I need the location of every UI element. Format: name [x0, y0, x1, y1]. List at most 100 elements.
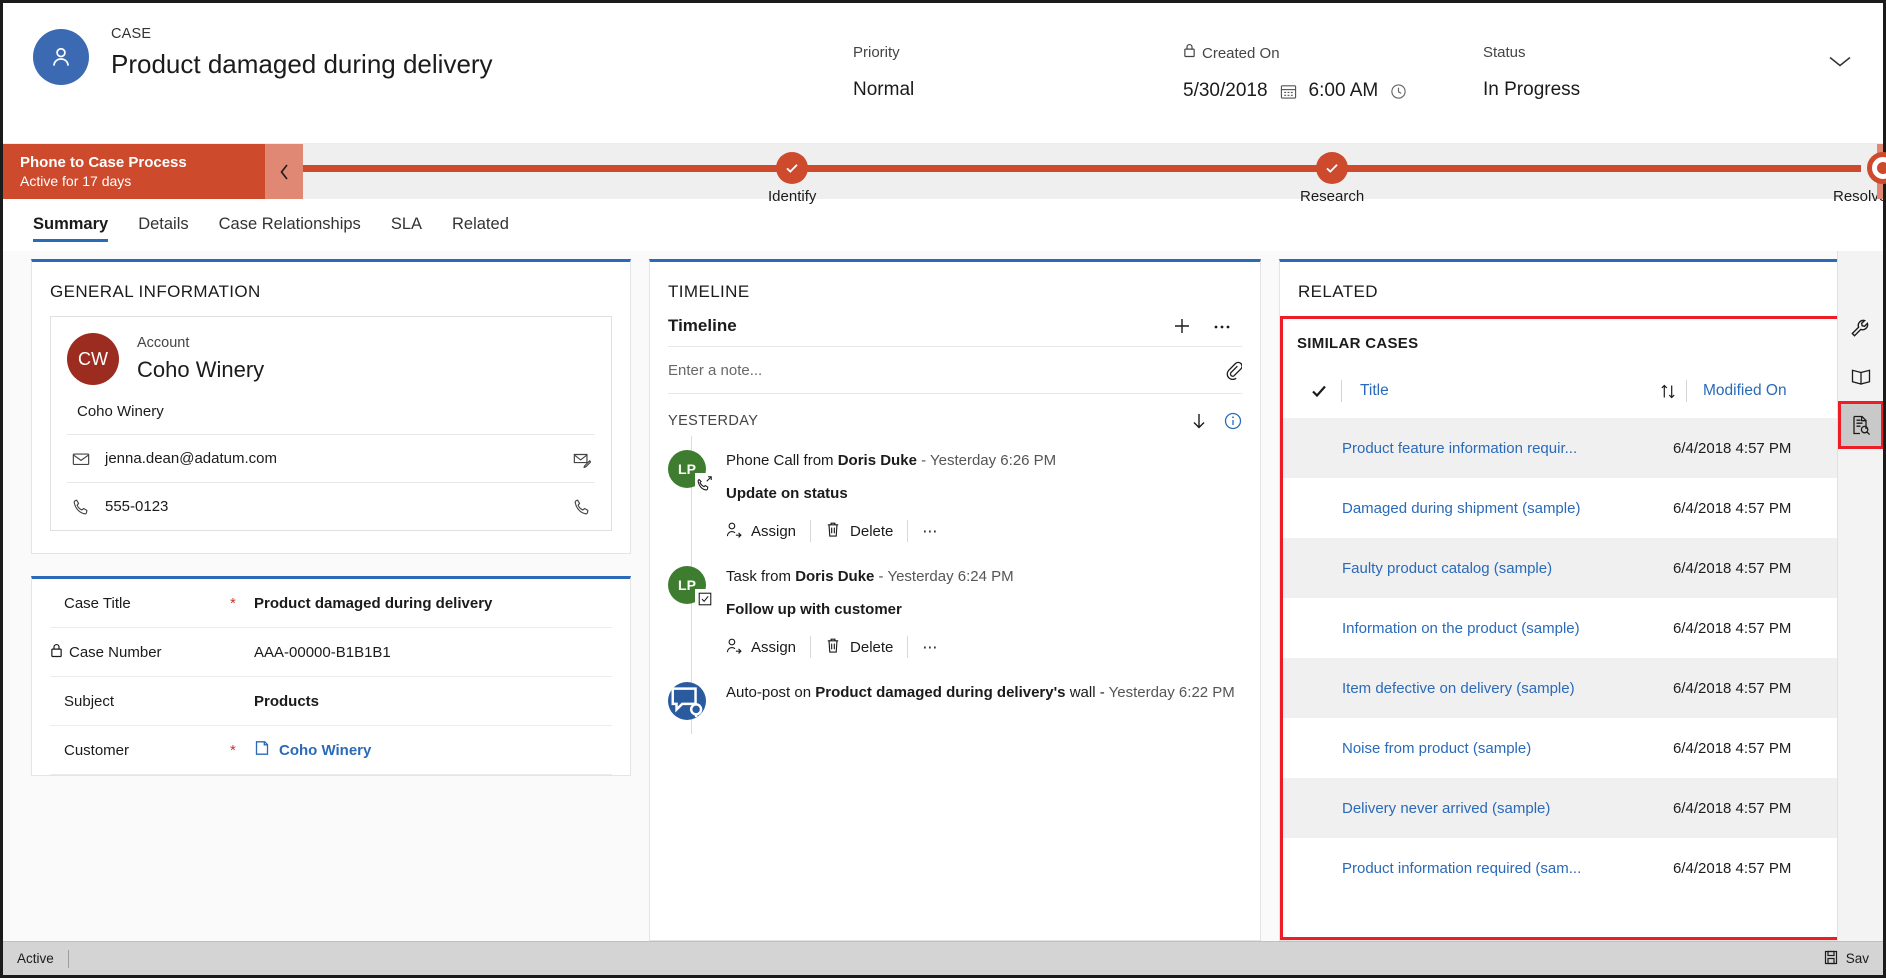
- field-row-case-title[interactable]: Case Title * Product damaged during deli…: [50, 579, 612, 628]
- ellipsis-icon[interactable]: ⋯: [922, 638, 939, 656]
- field-row-case-number[interactable]: Case Number AAA-00000-B1B1B1: [50, 628, 612, 677]
- assign-button[interactable]: Assign: [726, 637, 810, 658]
- table-row[interactable]: Item defective on delivery (sample) 6/4/…: [1283, 658, 1867, 718]
- checkmark-icon[interactable]: [1297, 382, 1341, 400]
- process-name-block[interactable]: Phone to Case Process Active for 17 days: [3, 144, 265, 199]
- row-title[interactable]: Faulty product catalog (sample): [1342, 560, 1673, 577]
- form-body: GENERAL INFORMATION CW Account Coho Wine…: [3, 251, 1883, 941]
- timeline-item-header: Auto-post on Product damaged during deli…: [726, 682, 1242, 703]
- current-stage-indicator: [1867, 152, 1886, 184]
- row-modified-on: 6/4/2018 4:57 PM: [1673, 740, 1845, 757]
- header-field-status[interactable]: Status In Progress: [1473, 43, 1773, 104]
- tab-summary[interactable]: Summary: [33, 199, 108, 250]
- similar-cases-panel: SIMILAR CASES Title Modi: [1280, 316, 1870, 940]
- avatar-initials: LP: [678, 577, 696, 593]
- compose-mail-icon[interactable]: [573, 450, 591, 468]
- case-title-value: Product damaged during delivery: [254, 595, 492, 612]
- row-title[interactable]: Product information required (sam...: [1342, 860, 1673, 877]
- chevron-left-icon[interactable]: [265, 144, 303, 199]
- table-row[interactable]: Damaged during shipment (sample) 6/4/201…: [1283, 478, 1867, 538]
- subject-value: Products: [254, 693, 319, 710]
- checkmark-icon: [1316, 152, 1348, 184]
- process-stage-identify[interactable]: Identify: [768, 144, 816, 205]
- created-on-label: Created On: [1183, 43, 1463, 64]
- list-item[interactable]: Auto-post on Product damaged during deli…: [668, 672, 1242, 734]
- table-row[interactable]: Information on the product (sample) 6/4/…: [1283, 598, 1867, 658]
- info-icon[interactable]: [1208, 412, 1242, 430]
- similar-cases-title: SIMILAR CASES: [1283, 333, 1867, 374]
- save-icon: [1824, 950, 1838, 968]
- mail-icon: [71, 450, 91, 468]
- column-header-title[interactable]: Title: [1342, 382, 1650, 400]
- timeline-items: LP Phone Call from Doris Duke - Yesterda…: [650, 436, 1260, 734]
- timeline-item-time: Yesterday 6:24 PM: [887, 568, 1013, 585]
- tab-sla[interactable]: SLA: [391, 199, 422, 250]
- clock-icon[interactable]: [1390, 83, 1407, 100]
- delete-button[interactable]: Delete: [825, 521, 907, 542]
- entity-type-label: CASE: [111, 25, 493, 43]
- column-general-information: GENERAL INFORMATION CW Account Coho Wine…: [31, 259, 631, 941]
- header-fields: Priority Normal Created On 5/30/2018: [843, 25, 1883, 104]
- timeline-item-time: Yesterday 6:26 PM: [930, 452, 1056, 469]
- table-row[interactable]: Delivery never arrived (sample) 6/4/2018…: [1283, 778, 1867, 838]
- header-field-created-on[interactable]: Created On 5/30/2018 6:00 AM: [1173, 43, 1473, 104]
- note-input[interactable]: [668, 362, 1225, 379]
- account-email-value: jenna.dean@adatum.com: [105, 450, 559, 467]
- row-title[interactable]: Damaged during shipment (sample): [1342, 500, 1673, 517]
- sort-arrows-icon[interactable]: [1650, 383, 1686, 400]
- table-row[interactable]: Product information required (sam... 6/4…: [1283, 838, 1867, 898]
- account-quick-view: CW Account Coho Winery Coho Winery: [50, 316, 612, 531]
- form-tabs: Summary Details Case Relationships SLA R…: [3, 199, 1883, 251]
- save-button[interactable]: Sav: [1824, 950, 1869, 968]
- list-item[interactable]: LP Task from Doris Duke - Yesterday 6:24…: [668, 556, 1242, 672]
- tab-related[interactable]: Related: [452, 199, 509, 250]
- tab-case-relationships[interactable]: Case Relationships: [219, 199, 361, 250]
- document-search-icon[interactable]: [1838, 401, 1884, 449]
- chevron-down-icon[interactable]: [1827, 53, 1853, 74]
- row-title[interactable]: Noise from product (sample): [1342, 740, 1673, 757]
- row-title[interactable]: Product feature information requir...: [1342, 440, 1673, 457]
- column-timeline: TIMELINE Timeline: [649, 259, 1261, 941]
- ellipsis-icon[interactable]: ⋯: [922, 522, 939, 540]
- header-field-priority[interactable]: Priority Normal: [843, 43, 1173, 104]
- created-on-time: 6:00 AM: [1309, 78, 1379, 104]
- table-row[interactable]: Noise from product (sample) 6/4/2018 4:5…: [1283, 718, 1867, 778]
- timeline-toolbar: Timeline: [650, 316, 1260, 346]
- row-title[interactable]: Information on the product (sample): [1342, 620, 1673, 637]
- plus-icon[interactable]: [1162, 316, 1202, 336]
- created-on-value: 5/30/2018 6:00 AM: [1183, 78, 1463, 104]
- tab-details[interactable]: Details: [138, 199, 188, 250]
- field-row-subject[interactable]: Subject Products: [50, 677, 612, 726]
- task-check-icon: [695, 589, 714, 608]
- timeline-card: TIMELINE Timeline: [649, 259, 1261, 941]
- process-name: Phone to Case Process: [20, 153, 265, 172]
- timeline-item-kind: Phone Call from: [726, 452, 838, 469]
- table-row[interactable]: Faulty product catalog (sample) 6/4/2018…: [1283, 538, 1867, 598]
- call-icon[interactable]: [573, 498, 591, 516]
- column-header-modified-on[interactable]: Modified On: [1687, 382, 1845, 400]
- arrow-down-icon[interactable]: [1174, 412, 1208, 430]
- created-on-date: 5/30/2018: [1183, 78, 1268, 104]
- row-title[interactable]: Item defective on delivery (sample): [1342, 680, 1673, 697]
- process-stage-research[interactable]: Research: [1300, 144, 1364, 205]
- table-row[interactable]: Product feature information requir... 6/…: [1283, 418, 1867, 478]
- process-stage-label: Research: [1300, 188, 1364, 205]
- account-email-row: jenna.dean@adatum.com: [67, 434, 595, 482]
- wrench-icon[interactable]: [1838, 305, 1884, 353]
- timeline-item-actions: Assign Delete: [726, 520, 1242, 542]
- calendar-icon[interactable]: [1280, 83, 1297, 100]
- field-row-customer[interactable]: Customer * Coho Winery: [50, 726, 612, 775]
- priority-label: Priority: [853, 43, 1163, 63]
- knowledge-book-icon[interactable]: [1838, 353, 1884, 401]
- customer-value[interactable]: Coho Winery: [254, 740, 371, 760]
- row-title[interactable]: Delivery never arrived (sample): [1342, 800, 1673, 817]
- general-information-card: GENERAL INFORMATION CW Account Coho Wine…: [31, 259, 631, 554]
- account-name[interactable]: Coho Winery: [137, 355, 264, 385]
- timeline-day-group: YESTERDAY: [650, 394, 1260, 436]
- list-item[interactable]: LP Phone Call from Doris Duke - Yesterda…: [668, 440, 1242, 556]
- lock-icon: [1183, 43, 1196, 64]
- delete-button[interactable]: Delete: [825, 637, 907, 658]
- ellipsis-icon[interactable]: [1202, 316, 1242, 336]
- paperclip-icon[interactable]: [1225, 361, 1242, 380]
- assign-button[interactable]: Assign: [726, 521, 810, 542]
